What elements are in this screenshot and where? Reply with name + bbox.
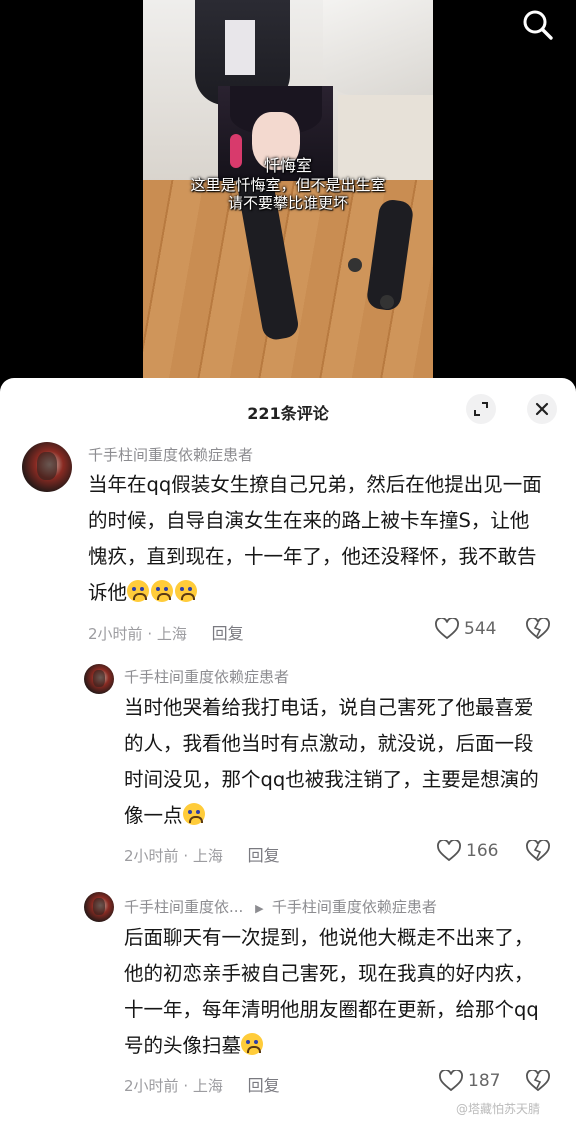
video-player[interactable]: 忏悔室 这里是忏悔室，但不是出生室 请不要攀比谁更坏 (0, 0, 576, 378)
video-caption: 请不要攀比谁更坏 (227, 194, 348, 212)
heart-icon (435, 618, 459, 640)
comment-panel: 221条评论 千手柱间重度依赖症患者 当年在qq假装女生撩自己兄弟，然后在他提出… (0, 378, 576, 1131)
video-caption: 忏悔室 (263, 156, 312, 175)
crying-emoji (241, 1033, 264, 1055)
comment-meta: 2小时前 · 上海 回复 (124, 1076, 280, 1095)
comment-username[interactable]: 千手柱间重度依... (124, 898, 243, 916)
comment-meta: 2小时前 · 上海 回复 (124, 846, 280, 865)
comment-username[interactable]: 千手柱间重度依赖症患者 (88, 444, 253, 465)
crying-emoji (175, 580, 198, 602)
avatar[interactable] (22, 442, 72, 492)
comment-time: 2小时前 (88, 625, 143, 643)
like-count: 187 (468, 1071, 501, 1091)
comment-time: 2小时前 (124, 847, 179, 865)
comment-time: 2小时前 (124, 1077, 179, 1095)
comment-meta: 2小时前 · 上海 回复 (88, 624, 244, 643)
expand-button[interactable] (466, 394, 496, 424)
video-caption: 这里是忏悔室，但不是出生室 (190, 176, 386, 194)
expand-icon (474, 402, 488, 416)
heart-icon (437, 840, 461, 862)
reply-item: 千手柱间重度依... ▶ 千手柱间重度依赖症患者 后面聊天有一次提到，他说他大概… (0, 888, 576, 1108)
close-button[interactable] (527, 394, 557, 424)
reply-button[interactable]: 回复 (248, 1076, 280, 1095)
heart-icon (439, 1070, 463, 1092)
broken-heart-icon (526, 1069, 550, 1092)
comment-location: 上海 (156, 625, 187, 643)
broken-heart-icon (526, 617, 550, 640)
avatar[interactable] (84, 892, 114, 922)
search-icon (523, 10, 553, 40)
comment-text-content: 后面聊天有一次提到，他说他大概走不出来了，他的初恋亲手被自己害死，现在我真的好内… (124, 926, 539, 1057)
reply-item: 千手柱间重度依赖症患者 当时他哭着给我打电话，说自己害死了他最喜爱的人，我看他当… (0, 660, 576, 880)
like-button[interactable]: 544 (434, 618, 496, 640)
crying-emoji (127, 580, 150, 602)
dislike-button[interactable] (525, 1069, 551, 1096)
like-button[interactable]: 166 (436, 840, 498, 862)
comment-username-line: 千手柱间重度依... ▶ 千手柱间重度依赖症患者 (124, 896, 437, 917)
video-bed (323, 0, 433, 95)
search-button[interactable] (521, 8, 555, 42)
dislike-button[interactable] (525, 839, 551, 866)
broken-heart-icon (526, 839, 550, 862)
comment-text: 当年在qq假装女生撩自己兄弟，然后在他提出见一面的时候，自导自演女生在来的路上被… (88, 467, 548, 611)
like-button[interactable]: 187 (438, 1070, 500, 1092)
comment-username[interactable]: 千手柱间重度依赖症患者 (124, 666, 289, 687)
like-count: 544 (464, 619, 497, 639)
crying-emoji (151, 580, 174, 602)
dislike-button[interactable] (525, 617, 551, 644)
avatar[interactable] (84, 664, 114, 694)
reply-to-username[interactable]: 千手柱间重度依赖症患者 (272, 898, 437, 916)
comment-item: 千手柱间重度依赖症患者 当年在qq假装女生撩自己兄弟，然后在他提出见一面的时候，… (0, 440, 576, 660)
comment-text: 当时他哭着给我打电话，说自己害死了他最喜爱的人，我看他当时有点激动，就没说，后面… (124, 690, 552, 834)
reply-button[interactable]: 回复 (248, 846, 280, 865)
watermark: @塔藏怕苏天腈 (456, 1102, 541, 1116)
crying-emoji (182, 803, 205, 825)
chair-wheel (348, 258, 362, 272)
comment-text: 后面聊天有一次提到，他说他大概走不出来了，他的初恋亲手被自己害死，现在我真的好内… (124, 920, 552, 1064)
comment-location: 上海 (192, 1077, 223, 1095)
reply-arrow-icon: ▶ (248, 902, 268, 915)
comment-location: 上海 (192, 847, 223, 865)
like-count: 166 (466, 841, 499, 861)
chair-wheel (380, 295, 394, 309)
close-icon (535, 402, 549, 416)
comment-panel-header: 221条评论 (0, 378, 576, 440)
reply-button[interactable]: 回复 (212, 624, 244, 643)
